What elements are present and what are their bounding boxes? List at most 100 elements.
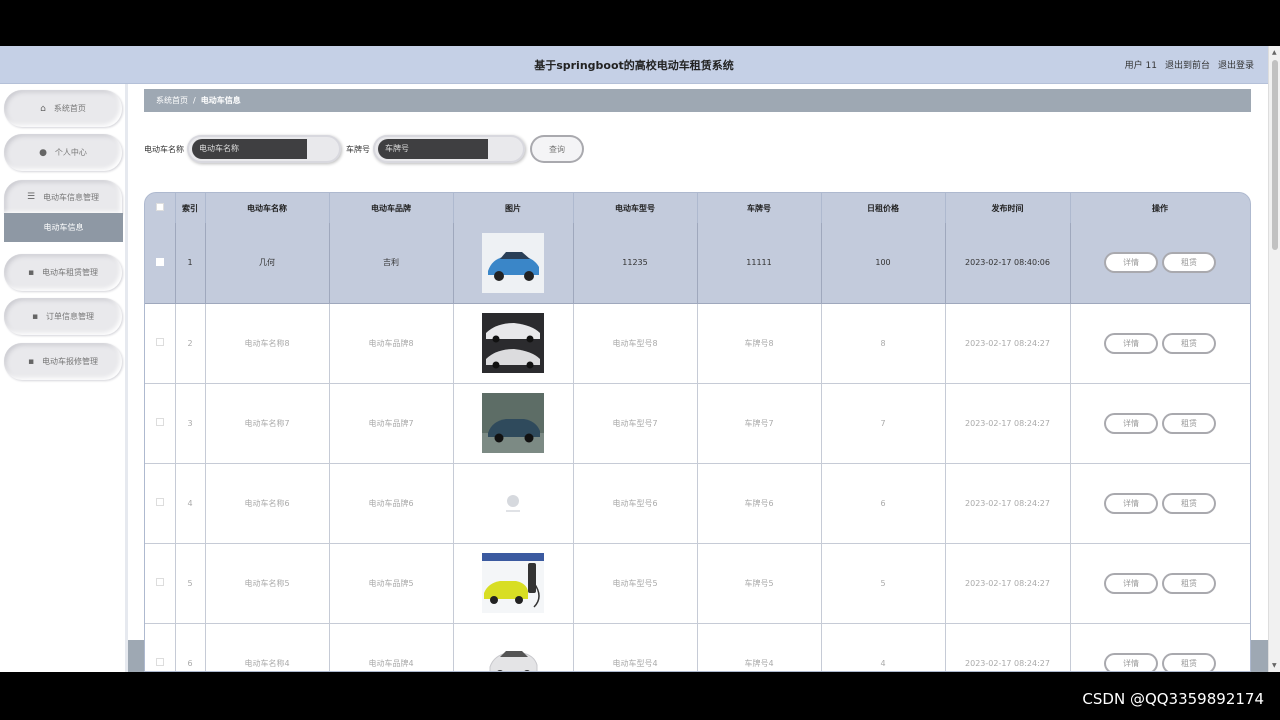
scroll-up-icon[interactable]: ▲ — [1272, 49, 1277, 56]
cell-price: 5 — [821, 543, 946, 624]
sidebar-item-home[interactable]: ⌂ 系统首页 — [4, 90, 122, 127]
ev-thumbnail — [482, 313, 544, 373]
table-header-row: 索引 电动车名称 电动车品牌 图片 电动车型号 车牌号 日租价格 发布时间 操作 — [145, 193, 1250, 223]
plate-search-placeholder: 车牌号 — [378, 139, 488, 159]
row-checkbox[interactable] — [145, 303, 176, 384]
cell-plate: 车牌号8 — [697, 303, 822, 384]
name-search-placeholder: 电动车名称 — [192, 139, 307, 159]
grid-icon: ▪ — [27, 267, 35, 278]
sidebar-item-repair-mgmt[interactable]: ▪ 电动车报修管理 — [4, 343, 122, 380]
watermark: CSDN @QQ3359892174 — [1082, 690, 1264, 708]
table-row[interactable]: 3 电动车名称7 电动车品牌7 电动车型号7 车牌号7 7 2023-02-17 08:24… — [145, 383, 1250, 464]
cell-name: 电动车名称8 — [205, 303, 330, 384]
cell-name: 电动车名称6 — [205, 463, 330, 544]
select-all-checkbox[interactable] — [145, 193, 176, 223]
table-row[interactable]: 2 电动车名称8 电动车品牌8 电动车型号8 车牌号8 8 2023-02-17 08:24… — [145, 303, 1250, 384]
sidebar-item-label: 系统首页 — [53, 104, 86, 113]
search-bar: 电动车名称 电动车名称 车牌号 车牌号 查询 — [144, 135, 582, 163]
scroll-down-icon[interactable]: ▼ — [1272, 662, 1277, 669]
cell-model: 电动车型号6 — [573, 463, 698, 544]
sidebar-item-order-mgmt[interactable]: ▪ 订单信息管理 — [4, 298, 122, 335]
table-row[interactable]: 6 电动车名称4 电动车品牌4 电动车型号4 车牌号4 4 2023-02-17 08:24… — [145, 623, 1250, 671]
cell-brand: 吉利 — [329, 223, 454, 304]
user-label: 用户 11 — [1124, 61, 1157, 71]
cell-name: 电动车名称7 — [205, 383, 330, 464]
rent-button[interactable]: 租赁 — [1164, 254, 1214, 272]
cell-model: 电动车型号8 — [573, 303, 698, 384]
cell-brand: 电动车品牌8 — [329, 303, 454, 384]
detail-button[interactable]: 详情 — [1106, 494, 1156, 512]
breadcrumb-current: 电动车信息 — [200, 96, 241, 105]
cell-name: 电动车名称5 — [205, 543, 330, 624]
cell-brand: 电动车品牌4 — [329, 623, 454, 671]
sidebar-subitem-ev-info[interactable]: 电动车信息 — [4, 213, 123, 242]
table-row[interactable]: 1 几何 吉利 11235 11111 100 2023-02-17 08:40:06 详情租… — [145, 223, 1250, 304]
sidebar-item-rental-mgmt[interactable]: ▪ 电动车租赁管理 — [4, 254, 122, 291]
cell-brand: 电动车品牌5 — [329, 543, 454, 624]
rent-button[interactable]: 租赁 — [1164, 334, 1214, 352]
cell-model: 电动车型号7 — [573, 383, 698, 464]
sidebar-item-profile[interactable]: ● 个人中心 — [4, 134, 122, 171]
row-checkbox[interactable] — [145, 223, 176, 304]
cell-price: 6 — [821, 463, 946, 544]
cell-time: 2023-02-17 08:24:27 — [945, 543, 1071, 624]
sidebar-item-label: 电动车报修管理 — [42, 357, 99, 366]
row-checkbox[interactable] — [145, 543, 176, 624]
rent-button[interactable]: 租赁 — [1164, 654, 1214, 671]
row-checkbox[interactable] — [145, 383, 176, 464]
name-search-input[interactable]: 电动车名称 — [187, 135, 341, 163]
cell-actions: 详情 租赁 — [1070, 383, 1250, 464]
cell-name: 电动车名称4 — [205, 623, 330, 671]
detail-button[interactable]: 详情 — [1106, 254, 1156, 272]
cell-model: 电动车型号4 — [573, 623, 698, 671]
cell-index: 1 — [175, 223, 206, 304]
home-icon: ⌂ — [40, 103, 46, 114]
vertical-scrollbar[interactable]: ▲ ▼ — [1268, 46, 1280, 672]
sidebar-item-ev-info-mgmt[interactable]: ☰ 电动车信息管理 — [4, 180, 122, 214]
breadcrumb-home[interactable]: 系统首页 — [156, 95, 188, 106]
rent-button[interactable]: 租赁 — [1164, 414, 1214, 432]
col-header-image: 图片 — [453, 193, 574, 223]
cell-index: 3 — [175, 383, 206, 464]
rent-button[interactable]: 租赁 — [1164, 494, 1214, 512]
plate-search-input[interactable]: 车牌号 — [373, 135, 525, 163]
search-button[interactable]: 查询 — [532, 137, 582, 161]
cell-model: 11235 — [573, 223, 698, 304]
cell-price: 4 — [821, 623, 946, 671]
table-row[interactable]: 4 电动车名称6 电动车品牌6 电动车型号6 车牌号6 6 2023-02-17 08:24… — [145, 463, 1250, 544]
rent-button[interactable]: 租赁 — [1164, 574, 1214, 592]
plate-search-label: 车牌号 — [346, 144, 370, 154]
cell-image — [453, 223, 574, 304]
sidebar: ⌂ 系统首页 ● 个人中心 ☰ 电动车信息管理 电动车信息 ▪ 电动车租赁管理 … — [0, 84, 128, 672]
row-checkbox[interactable] — [145, 623, 176, 671]
row-checkbox[interactable] — [145, 463, 176, 544]
detail-button[interactable]: 详情 — [1106, 334, 1156, 352]
ev-thumbnail — [482, 393, 544, 453]
col-header-brand: 电动车品牌 — [329, 193, 454, 223]
cell-actions: 详情 租赁 — [1070, 463, 1250, 544]
table-row[interactable]: 5 电动车名称5 电动车品牌5 电动车型号5 车牌号5 5 2023-02-17 08:24… — [145, 543, 1250, 624]
cell-actions: 详情 租赁 — [1070, 223, 1250, 304]
detail-button[interactable]: 详情 — [1106, 574, 1156, 592]
cell-actions: 详情 租赁 — [1070, 623, 1250, 671]
user-icon: ● — [39, 147, 47, 158]
cell-time: 2023-02-17 08:24:27 — [945, 303, 1071, 384]
detail-button[interactable]: 详情 — [1106, 414, 1156, 432]
grid-icon: ▪ — [31, 311, 39, 322]
grid-icon: ▪ — [27, 356, 35, 367]
cell-plate: 车牌号4 — [697, 623, 822, 671]
cell-index: 5 — [175, 543, 206, 624]
cell-name: 几何 — [205, 223, 330, 304]
detail-button[interactable]: 详情 — [1106, 654, 1156, 671]
ev-thumbnail — [482, 633, 544, 671]
ev-thumbnail — [482, 553, 544, 613]
scrollbar-thumb[interactable] — [1272, 60, 1278, 250]
cell-image — [453, 463, 574, 544]
cell-index: 6 — [175, 623, 206, 671]
logout-link[interactable]: 退出登录 — [1218, 58, 1254, 71]
cell-index: 4 — [175, 463, 206, 544]
back-to-front-link[interactable]: 退出到前台 — [1165, 58, 1210, 71]
breadcrumb: 系统首页 / 电动车信息 — [144, 89, 1251, 112]
sidebar-item-label: 订单信息管理 — [46, 312, 95, 321]
cell-actions: 详情 租赁 — [1070, 303, 1250, 384]
